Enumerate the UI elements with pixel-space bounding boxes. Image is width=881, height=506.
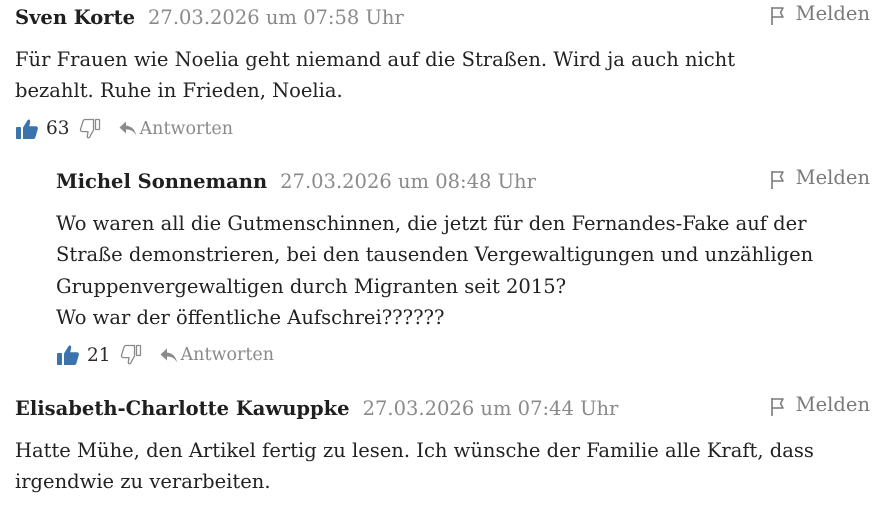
report-button[interactable]: Melden xyxy=(770,393,870,416)
thumbs-up-icon xyxy=(57,345,79,366)
comment-header: Michel Sonnemann 27.03.2026 um 08:48 Uhr… xyxy=(56,166,870,193)
reply-comment: Michel Sonnemann 27.03.2026 um 08:48 Uhr… xyxy=(56,166,870,367)
flag-icon xyxy=(770,170,784,189)
comment-actions: 63 Antworten xyxy=(15,117,870,141)
like-count: 21 xyxy=(87,344,111,366)
report-label: Melden xyxy=(795,166,870,189)
comment-date: 27.03.2026 um 07:58 Uhr xyxy=(148,5,404,29)
reply-label: Antworten xyxy=(180,345,275,366)
report-label: Melden xyxy=(795,2,870,25)
report-label: Melden xyxy=(795,393,870,416)
thumbs-up-icon xyxy=(16,119,38,139)
comment-line: Straße demonstrieren, bei den tausenden … xyxy=(56,243,814,267)
comment-header: Elisabeth-Charlotte Kawuppke 27.03.2026 … xyxy=(15,393,870,420)
report-button[interactable]: Melden xyxy=(770,2,870,25)
comment-line: Hatte Mühe, den Artikel fertig zu lesen.… xyxy=(15,439,814,462)
like-button[interactable] xyxy=(15,118,39,140)
comment-line: bezahlt. Ruhe in Frieden, Noelia. xyxy=(15,79,343,103)
comment-text: Für Frauen wie Noelia geht niemand auf d… xyxy=(15,44,870,107)
comment-text: Hatte Mühe, den Artikel fertig zu lesen.… xyxy=(15,435,870,498)
comment: Sven Korte 27.03.2026 um 07:58 Uhr Melde… xyxy=(15,2,870,141)
reply-button[interactable]: Antworten xyxy=(118,119,233,139)
comment: Elisabeth-Charlotte Kawuppke 27.03.2026 … xyxy=(15,393,870,498)
comment-line: Für Frauen wie Noelia geht niemand auf d… xyxy=(15,48,736,71)
thumbs-down-icon xyxy=(120,345,141,365)
reply-arrow-icon xyxy=(119,121,136,136)
report-button[interactable]: Melden xyxy=(770,166,870,189)
reply-label: Antworten xyxy=(139,118,234,139)
comment-line: Wo war der öffentliche Aufschrei?????? xyxy=(56,305,445,329)
reply-arrow-icon xyxy=(160,348,177,363)
flag-icon xyxy=(770,6,784,25)
thumbs-down-icon xyxy=(79,118,100,139)
comment-line: irgendwie zu verarbeiten. xyxy=(15,470,271,494)
flag-icon xyxy=(770,397,784,416)
comment-thread: Sven Korte 27.03.2026 um 07:58 Uhr Melde… xyxy=(0,0,881,506)
comment-header: Sven Korte 27.03.2026 um 07:58 Uhr Melde… xyxy=(15,2,870,29)
comment-text: Wo waren all die Gutmenschinnen, die jet… xyxy=(56,208,870,333)
comment-date: 27.03.2026 um 07:44 Uhr xyxy=(362,396,619,420)
comment-author[interactable]: Elisabeth-Charlotte Kawuppke xyxy=(15,397,350,420)
comment-author[interactable]: Sven Korte xyxy=(15,6,135,29)
like-count: 63 xyxy=(46,118,70,140)
dislike-button[interactable] xyxy=(79,118,101,140)
reply-button[interactable]: Antworten xyxy=(159,345,274,365)
comment-author[interactable]: Michel Sonnemann xyxy=(56,170,267,193)
comment-actions: 21 Antworten xyxy=(56,343,870,367)
comment-date: 27.03.2026 um 08:48 Uhr xyxy=(280,169,536,193)
like-button[interactable] xyxy=(56,344,80,366)
comment-line: Gruppenvergewaltigen durch Migranten sei… xyxy=(56,274,567,298)
comment-line: Wo waren all die Gutmenschinnen, die jet… xyxy=(56,212,807,235)
dislike-button[interactable] xyxy=(120,344,142,366)
